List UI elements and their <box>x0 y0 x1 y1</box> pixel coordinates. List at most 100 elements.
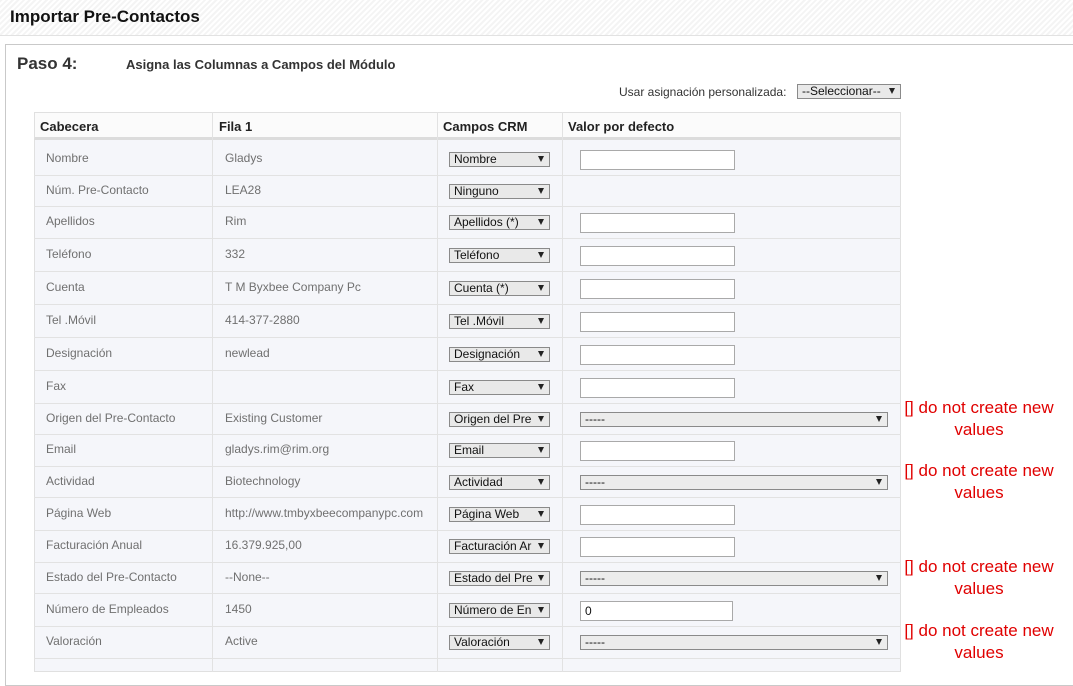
default-value-select[interactable]: ----- <box>580 411 888 427</box>
crm-field-select[interactable]: Tel .Móvil <box>449 313 550 329</box>
crm-field-select[interactable]: Nombre <box>449 151 550 167</box>
row-divider <box>34 497 901 498</box>
row-header-cell: Número de Empleados <box>46 601 169 616</box>
row-divider <box>34 304 901 305</box>
crm-field-select[interactable]: Fax <box>449 379 550 395</box>
row-value-cell: 1450 <box>225 601 252 616</box>
page-title: Importar Pre-Contactos <box>10 7 200 26</box>
default-value-input[interactable] <box>580 537 735 557</box>
do-not-create-values-checkbox[interactable]: [] do not create new values <box>894 397 1064 441</box>
row-header-cell: Facturación Anual <box>46 538 143 552</box>
default-value-input[interactable] <box>580 278 735 299</box>
default-value-input[interactable] <box>580 245 735 266</box>
row-divider <box>34 562 901 563</box>
do-not-create-values-checkbox[interactable]: [] do not create new values <box>894 460 1064 504</box>
crm-field-value: Fax <box>454 379 475 394</box>
crm-field-value: Teléfono <box>454 247 500 262</box>
default-value-input[interactable] <box>580 213 735 233</box>
row-header-cell: Actividad <box>46 473 95 488</box>
crm-field-value: Apellidos (*) <box>454 215 519 229</box>
chevron-down-icon <box>876 574 882 581</box>
crm-field-value: Página Web <box>454 506 520 521</box>
custom-mapping-value: --Seleccionar-- <box>802 84 881 98</box>
crm-field-value: Email <box>454 443 485 457</box>
row-divider <box>34 434 901 435</box>
row-divider <box>34 238 901 239</box>
chevron-down-icon <box>876 478 882 485</box>
row-value-cell: T M Byxbee Company Pc <box>225 279 361 294</box>
crm-field-select[interactable]: Valoración <box>449 635 550 650</box>
row-divider <box>34 337 901 338</box>
crm-field-select[interactable]: Facturación Ar <box>449 539 550 554</box>
row-divider <box>34 466 901 467</box>
row-value-cell: LEA28 <box>225 182 262 197</box>
default-value-input[interactable] <box>580 344 735 365</box>
row-divider <box>34 626 901 627</box>
default-value-option: ----- <box>585 635 605 649</box>
row-divider <box>34 271 901 272</box>
chevron-down-icon <box>538 478 544 485</box>
do-not-create-values-checkbox[interactable]: [] do not create new values <box>894 620 1064 664</box>
row-value-cell: 16.379.925,00 <box>225 538 302 552</box>
chevron-down-icon <box>538 187 544 194</box>
row-value-cell: gladys.rim@rim.org <box>225 442 330 456</box>
default-value-input[interactable] <box>580 377 735 398</box>
default-value-input[interactable] <box>580 311 735 332</box>
default-value-input[interactable] <box>580 441 735 461</box>
crm-field-value: Cuenta (*) <box>454 280 509 295</box>
row-value-cell: Existing Customer <box>225 410 323 425</box>
row-divider <box>34 530 901 531</box>
header-fila-1: Fila 1 <box>219 119 253 134</box>
row-header-cell: Núm. Pre-Contacto <box>46 182 149 197</box>
chevron-down-icon <box>538 543 544 549</box>
crm-field-value: Tel .Móvil <box>454 313 505 328</box>
crm-field-value: Valoración <box>454 635 510 649</box>
crm-field-value: Estado del Pre <box>454 570 533 585</box>
crm-field-select[interactable]: Email <box>449 443 550 458</box>
row-value-cell: Rim <box>225 214 247 228</box>
header-valor-por-defecto: Valor por defecto <box>568 119 675 134</box>
crm-field-select[interactable]: Teléfono <box>449 247 550 263</box>
default-value-input[interactable] <box>580 504 735 525</box>
row-header-cell: Tel .Móvil <box>46 312 97 327</box>
chevron-down-icon <box>538 251 544 258</box>
custom-mapping-label: Usar asignación personalizada: <box>619 85 787 99</box>
chevron-down-icon <box>538 510 544 517</box>
crm-field-select[interactable]: Actividad <box>449 474 550 490</box>
row-divider <box>34 175 901 176</box>
chevron-down-icon <box>538 415 544 422</box>
row-divider <box>34 403 901 404</box>
chevron-down-icon <box>538 447 544 453</box>
crm-field-select[interactable]: Origen del Pre <box>449 411 550 427</box>
custom-mapping-select[interactable]: --Seleccionar-- <box>797 84 901 99</box>
crm-field-value: Origen del Pre <box>454 411 532 426</box>
default-value-select[interactable]: ----- <box>580 474 888 490</box>
row-divider <box>34 206 901 207</box>
default-value-input[interactable] <box>580 600 733 621</box>
default-value-select[interactable]: ----- <box>580 570 888 586</box>
chevron-down-icon <box>538 574 544 581</box>
row-header-cell: Designación <box>46 345 113 360</box>
chevron-down-icon <box>876 639 882 645</box>
crm-field-select[interactable]: Designación <box>449 346 550 362</box>
chevron-down-icon <box>538 383 544 390</box>
step-description: Asigna las Columnas a Campos del Módulo <box>126 57 396 72</box>
step-label: Paso 4: <box>17 54 78 73</box>
default-value-input[interactable] <box>580 149 735 170</box>
crm-field-select[interactable]: Página Web <box>449 506 550 522</box>
column-divider <box>437 112 438 672</box>
crm-field-select[interactable]: Cuenta (*) <box>449 280 550 296</box>
crm-field-value: Facturación Ar <box>454 539 532 553</box>
crm-field-select[interactable]: Apellidos (*) <box>449 215 550 230</box>
crm-field-select[interactable]: Ninguno <box>449 183 550 199</box>
header-cabecera: Cabecera <box>40 119 99 134</box>
default-value-select[interactable]: ----- <box>580 635 888 650</box>
column-divider <box>562 112 563 672</box>
row-value-cell: newlead <box>225 345 270 360</box>
row-value-cell: Gladys <box>225 150 263 165</box>
header-campos-crm: Campos CRM <box>443 119 528 134</box>
crm-field-select[interactable]: Número de En <box>449 602 550 618</box>
do-not-create-values-checkbox[interactable]: [] do not create new values <box>894 556 1064 600</box>
crm-field-select[interactable]: Estado del Pre <box>449 570 550 586</box>
row-header-cell: Fax <box>46 378 67 393</box>
